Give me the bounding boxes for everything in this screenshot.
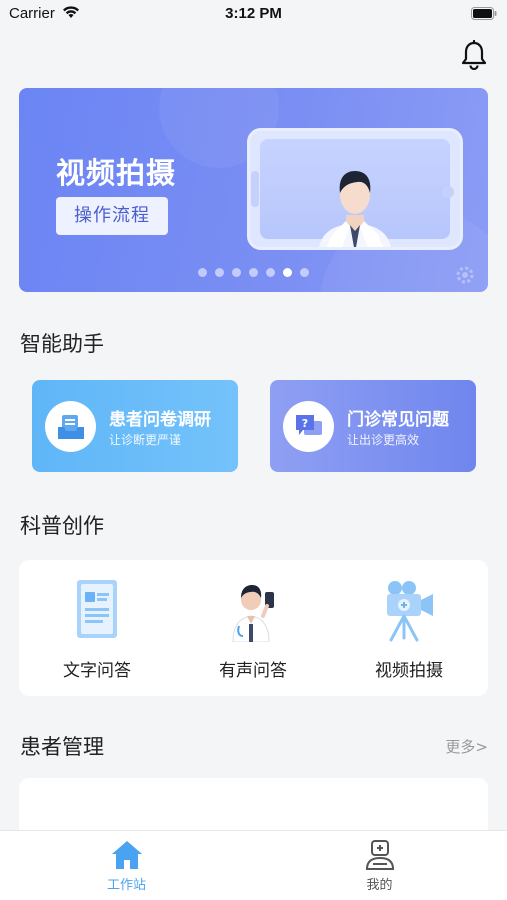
pagination-dot[interactable] [215,268,224,277]
svg-text:?: ? [302,417,308,430]
status-bar: Carrier 3:12 PM [0,0,507,28]
banner-pagination[interactable] [19,268,488,277]
creation-item-label: 有声问答 [219,661,287,681]
home-icon [112,841,142,869]
survey-icon-circle [45,401,96,452]
patient-list-panel [19,778,488,838]
survey-card-title: 患者问卷调研 [109,410,211,430]
doctor-phone-icon [232,585,274,642]
faq-card-subtitle: 让出诊更高效 [347,433,420,447]
tab-label: 我的 [366,878,393,893]
creation-item-label: 视频拍摄 [375,661,443,681]
faq-card[interactable]: ? 门诊常见问题 让出诊更高效 [270,380,476,472]
doctor-illustration [319,171,391,247]
pagination-dot[interactable] [249,268,258,277]
patients-more-link[interactable]: 更多> [445,736,488,757]
phone-illustration [247,128,463,250]
question-chat-icon: ? [296,415,322,435]
section-title-assistant: 智能助手 [20,332,104,356]
banner-title: 视频拍摄 [56,156,177,190]
tab-profile[interactable]: 我的 [253,831,506,900]
doctor-profile-icon [365,840,395,870]
pagination-dot[interactable] [198,268,207,277]
creation-item-audio-qa[interactable]: 有声问答 [175,560,331,696]
section-title-creation: 科普创作 [20,514,104,538]
survey-card[interactable]: 患者问卷调研 让诊断更严谨 [32,380,238,472]
section-title-patients: 患者管理 [20,735,104,759]
tab-bar: 工作站 我的 [0,830,507,900]
creation-item-label: 文字问答 [63,661,131,681]
faq-card-title: 门诊常见问题 [347,410,449,430]
battery-icon [471,7,497,20]
promo-banner[interactable]: 视频拍摄 操作流程 [19,88,488,292]
gear-icon [456,266,474,284]
creation-item-text-qa[interactable]: 文字问答 [19,560,175,696]
pagination-dot[interactable] [232,268,241,277]
video-camera-icon [387,581,433,642]
pagination-dot[interactable] [266,268,275,277]
phone-notch [251,171,259,207]
pagination-dot[interactable] [300,268,309,277]
survey-card-subtitle: 让诊断更严谨 [109,433,182,447]
tab-label: 工作站 [106,878,146,893]
clock: 3:12 PM [225,5,282,22]
phone-lens [442,186,454,198]
tab-workstation[interactable]: 工作站 [0,831,253,900]
pagination-dot-active[interactable] [283,268,292,277]
creation-panel: 文字问答 有声问答 视频拍摄 [19,560,488,696]
creation-item-video[interactable]: 视频拍摄 [331,560,487,696]
bell-icon[interactable] [460,40,488,70]
banner-process-button[interactable]: 操作流程 [56,197,168,235]
text-document-icon [77,580,117,638]
document-tray-icon [58,415,84,439]
faq-icon-circle: ? [283,401,334,452]
